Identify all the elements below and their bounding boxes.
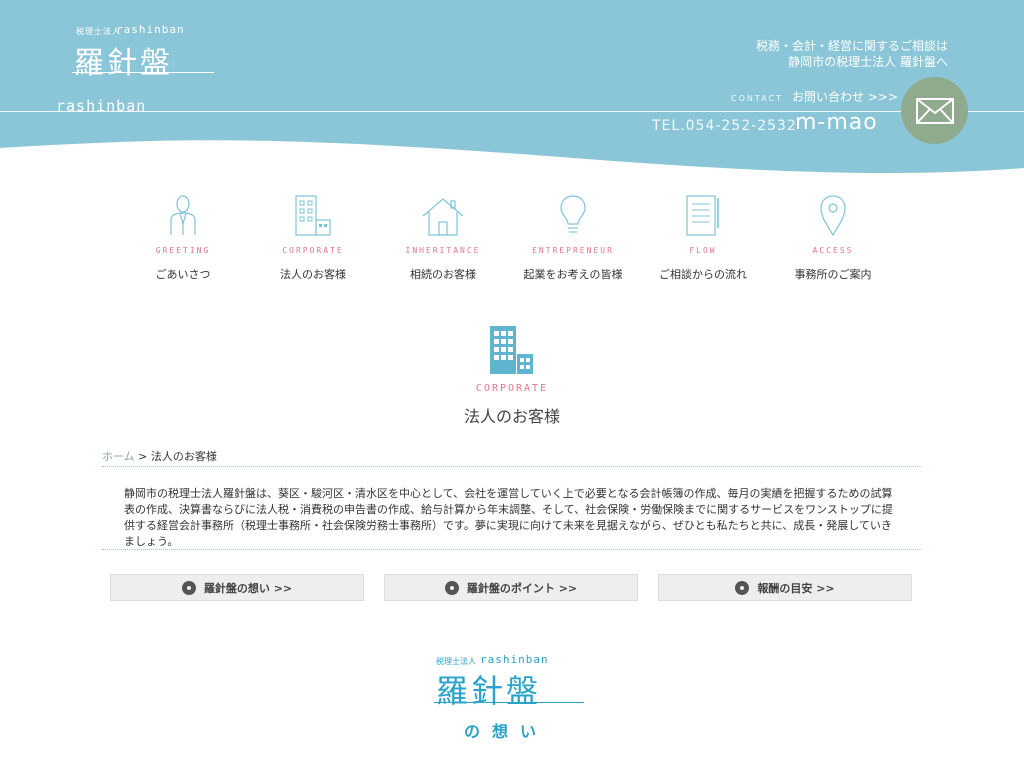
contact-en-label: CONTACT [731, 94, 783, 103]
brand-mmao[interactable]: m-mao [795, 110, 878, 135]
building-icon [490, 326, 533, 374]
nav-item-corporate[interactable]: CORPORATE 法人のお客様 [248, 190, 378, 290]
logo-kanji: 羅針盤 [436, 672, 542, 710]
breadcrumb-separator: > [134, 450, 151, 463]
nav-item-entrepreneur[interactable]: ENTREPRENEUR 起業をお考えの皆様 [508, 190, 638, 290]
button-label: 羅針盤の想い >> [203, 581, 293, 595]
breadcrumb-current: 法人のお客様 [150, 450, 217, 463]
map-pin-icon [444, 580, 459, 595]
phone-number[interactable]: TEL.054-252-2532 [652, 118, 797, 134]
philosophy-subtitle: の想い [464, 722, 549, 741]
logo-underline [434, 702, 584, 703]
nav-jp-label: 事務所のご案内 [794, 268, 872, 281]
person-icon [170, 195, 196, 235]
tagline-line-2: 静岡市の税理士法人 羅針盤へ [788, 55, 948, 69]
site-header: 税理士法人 rashinban 羅針盤 rashinban 税務・会計・経営に関… [0, 0, 1024, 180]
mail-button[interactable] [901, 77, 968, 144]
nav-item-flow[interactable]: FLOW ご相談からの流れ [638, 190, 768, 290]
breadcrumb: ホーム > 法人のお客様 [102, 448, 217, 464]
breadcrumb-home-link[interactable]: ホーム [102, 450, 135, 463]
logo-roman-small: rashinban [480, 653, 549, 666]
intro-divider [102, 549, 922, 550]
points-button[interactable]: 羅針盤のポイント >> [384, 574, 638, 601]
nav-item-inheritance[interactable]: INHERITANCE 相続のお客様 [378, 190, 508, 290]
building-icon [295, 195, 331, 236]
nav-en-label: FLOW [689, 246, 717, 255]
nav-jp-label: 起業をお考えの皆様 [523, 268, 623, 281]
logo-roman-small: rashinban [116, 23, 185, 36]
intro-paragraph: 静岡市の税理士法人羅針盤は、葵区・駿河区・清水区を中心として、会社を運営していく… [124, 487, 893, 548]
nav-item-greeting[interactable]: GREETING ごあいさつ [118, 190, 248, 290]
fees-button[interactable]: 報酬の目安 >> [658, 574, 912, 601]
logo-corp-label: 税理士法人 [76, 27, 121, 36]
map-pin-icon [735, 580, 750, 595]
header-tagline: 税務・会計・経営に関するご相談は 静岡市の税理士法人 羅針盤へ [756, 38, 948, 70]
envelope-icon [915, 97, 954, 124]
house-icon [422, 198, 464, 236]
tagline-line-1: 税務・会計・経営に関するご相談は [755, 39, 948, 53]
nav-jp-label: ごあいさつ [155, 268, 211, 281]
contact-link[interactable]: CONTACT お問い合わせ >>> [731, 86, 898, 105]
section-jp-title: 法人のお客様 [463, 407, 560, 426]
nav-en-label: GREETING [155, 246, 211, 255]
contact-jp-label: お問い合わせ >>> [792, 90, 899, 104]
logo-roman-wordmark: rashinban [56, 97, 147, 115]
nav-jp-label: ご相談からの流れ [659, 268, 747, 281]
nav-item-access[interactable]: ACCESS 事務所のご案内 [768, 190, 898, 290]
button-label: 羅針盤のポイント >> [466, 581, 578, 595]
logo-underline [72, 72, 214, 73]
map-pin-icon [181, 580, 196, 595]
nav-jp-label: 相続のお客様 [410, 268, 476, 281]
philosophy-button[interactable]: 羅針盤の想い >> [110, 574, 364, 601]
nav-en-label: CORPORATE [282, 246, 344, 255]
nav-en-label: INHERITANCE [405, 246, 481, 255]
section-en-title: CORPORATE [475, 383, 549, 394]
map-pin-icon [820, 195, 846, 236]
logo-kanji: 羅針盤 [74, 46, 173, 81]
button-label: 報酬の目安 >> [757, 581, 835, 595]
nav-en-label: ENTREPRENEUR [532, 246, 614, 255]
notebook-icon [686, 195, 719, 236]
nav-jp-label: 法人のお客様 [280, 268, 346, 281]
nav-en-label: ACCESS [812, 246, 854, 255]
main-navigation: GREETING ごあいさつ CORPORATE 法人のお客様 INHERITA… [118, 190, 898, 290]
lightbulb-icon [560, 195, 586, 233]
breadcrumb-divider [102, 466, 922, 467]
